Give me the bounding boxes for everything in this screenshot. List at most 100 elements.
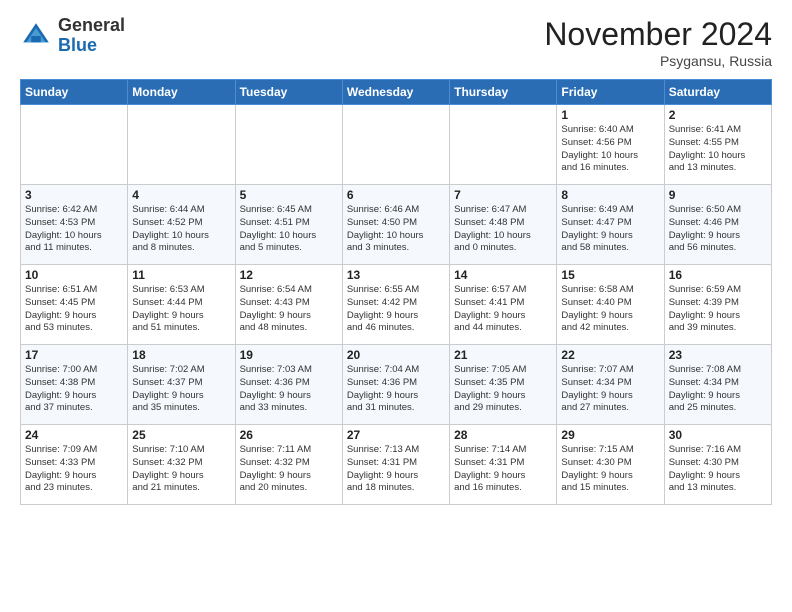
- day-number: 18: [132, 348, 230, 362]
- calendar-cell: 5 Sunrise: 6:45 AM Sunset: 4:51 PM Daylig…: [235, 185, 342, 265]
- day-number: 4: [132, 188, 230, 202]
- day-number: 21: [454, 348, 552, 362]
- day-info: Sunrise: 6:49 AM Sunset: 4:47 PM Dayligh…: [561, 204, 659, 255]
- calendar-cell: 21 Sunrise: 7:05 AM Sunset: 4:35 PM Dayli…: [450, 345, 557, 425]
- day-info: Sunrise: 6:55 AM Sunset: 4:42 PM Dayligh…: [347, 284, 445, 335]
- calendar-cell: [450, 105, 557, 185]
- day-info: Sunrise: 7:10 AM Sunset: 4:32 PM Dayligh…: [132, 444, 230, 495]
- day-info: Sunrise: 6:45 AM Sunset: 4:51 PM Dayligh…: [240, 204, 338, 255]
- day-info: Sunrise: 6:54 AM Sunset: 4:43 PM Dayligh…: [240, 284, 338, 335]
- calendar-cell: 17Sunrise: 7:00 AM Sunset: 4:38 PM Dayli…: [21, 345, 128, 425]
- day-info: Sunrise: 6:51 AM Sunset: 4:45 PM Dayligh…: [25, 284, 123, 335]
- day-info: Sunrise: 6:41 AM Sunset: 4:55 PM Dayligh…: [669, 124, 767, 175]
- calendar-table: SundayMondayTuesdayWednesdayThursdayFrid…: [20, 79, 772, 505]
- day-info: Sunrise: 6:57 AM Sunset: 4:41 PM Dayligh…: [454, 284, 552, 335]
- calendar-cell: 4 Sunrise: 6:44 AM Sunset: 4:52 PM Daylig…: [128, 185, 235, 265]
- header: General Blue November 2024 Psygansu, Rus…: [20, 16, 772, 69]
- calendar-cell: 1 Sunrise: 6:40 AM Sunset: 4:56 PM Daylig…: [557, 105, 664, 185]
- calendar-cell: [128, 105, 235, 185]
- calendar-cell: 19Sunrise: 7:03 AM Sunset: 4:36 PM Dayli…: [235, 345, 342, 425]
- calendar-cell: 6Sunrise: 6:46 AM Sunset: 4:50 PM Daylig…: [342, 185, 449, 265]
- calendar-cell: 23Sunrise: 7:08 AM Sunset: 4:34 PM Dayli…: [664, 345, 771, 425]
- calendar-cell: 24 Sunrise: 7:09 AM Sunset: 4:33 PM Dayli…: [21, 425, 128, 505]
- calendar-cell: 7Sunrise: 6:47 AM Sunset: 4:48 PM Daylig…: [450, 185, 557, 265]
- day-info: Sunrise: 7:05 AM Sunset: 4:35 PM Dayligh…: [454, 364, 552, 415]
- month-title: November 2024: [544, 16, 772, 53]
- weekday-header: Tuesday: [235, 80, 342, 105]
- day-number: 5: [240, 188, 338, 202]
- calendar-cell: 9Sunrise: 6:50 AM Sunset: 4:46 PM Daylig…: [664, 185, 771, 265]
- day-info: Sunrise: 6:59 AM Sunset: 4:39 PM Dayligh…: [669, 284, 767, 335]
- weekday-header: Friday: [557, 80, 664, 105]
- day-number: 14: [454, 268, 552, 282]
- day-number: 15: [561, 268, 659, 282]
- day-info: Sunrise: 7:14 AM Sunset: 4:31 PM Dayligh…: [454, 444, 552, 495]
- day-number: 2: [669, 108, 767, 122]
- day-info: Sunrise: 7:16 AM Sunset: 4:30 PM Dayligh…: [669, 444, 767, 495]
- calendar-cell: 3Sunrise: 6:42 AM Sunset: 4:53 PM Daylig…: [21, 185, 128, 265]
- calendar-cell: 25 Sunrise: 7:10 AM Sunset: 4:32 PM Dayli…: [128, 425, 235, 505]
- calendar-cell: 28 Sunrise: 7:14 AM Sunset: 4:31 PM Dayli…: [450, 425, 557, 505]
- day-number: 3: [25, 188, 123, 202]
- logo-text: General Blue: [58, 16, 125, 56]
- day-number: 8: [561, 188, 659, 202]
- day-number: 12: [240, 268, 338, 282]
- calendar-header-row: SundayMondayTuesdayWednesdayThursdayFrid…: [21, 80, 772, 105]
- day-number: 23: [669, 348, 767, 362]
- day-number: 27: [347, 428, 445, 442]
- day-info: Sunrise: 6:40 AM Sunset: 4:56 PM Dayligh…: [561, 124, 659, 175]
- weekday-header: Sunday: [21, 80, 128, 105]
- day-info: Sunrise: 6:50 AM Sunset: 4:46 PM Dayligh…: [669, 204, 767, 255]
- weekday-header: Monday: [128, 80, 235, 105]
- day-info: Sunrise: 7:11 AM Sunset: 4:32 PM Dayligh…: [240, 444, 338, 495]
- day-number: 13: [347, 268, 445, 282]
- calendar-cell: 16 Sunrise: 6:59 AM Sunset: 4:39 PM Dayli…: [664, 265, 771, 345]
- logo-blue: Blue: [58, 35, 97, 55]
- title-block: November 2024 Psygansu, Russia: [544, 16, 772, 69]
- calendar-week-row: 10 Sunrise: 6:51 AM Sunset: 4:45 PM Dayli…: [21, 265, 772, 345]
- calendar-week-row: 3Sunrise: 6:42 AM Sunset: 4:53 PM Daylig…: [21, 185, 772, 265]
- location: Psygansu, Russia: [544, 53, 772, 69]
- calendar-cell: 14 Sunrise: 6:57 AM Sunset: 4:41 PM Dayli…: [450, 265, 557, 345]
- day-number: 22: [561, 348, 659, 362]
- calendar-cell: 26 Sunrise: 7:11 AM Sunset: 4:32 PM Dayli…: [235, 425, 342, 505]
- day-number: 24: [25, 428, 123, 442]
- calendar-cell: 29 Sunrise: 7:15 AM Sunset: 4:30 PM Dayli…: [557, 425, 664, 505]
- day-number: 1: [561, 108, 659, 122]
- day-number: 30: [669, 428, 767, 442]
- logo: General Blue: [20, 16, 125, 56]
- day-number: 29: [561, 428, 659, 442]
- day-number: 25: [132, 428, 230, 442]
- calendar-cell: 13 Sunrise: 6:55 AM Sunset: 4:42 PM Dayli…: [342, 265, 449, 345]
- page: General Blue November 2024 Psygansu, Rus…: [0, 0, 792, 517]
- calendar-week-row: 24 Sunrise: 7:09 AM Sunset: 4:33 PM Dayli…: [21, 425, 772, 505]
- day-info: Sunrise: 7:07 AM Sunset: 4:34 PM Dayligh…: [561, 364, 659, 415]
- logo-icon: [20, 20, 52, 52]
- weekday-header: Saturday: [664, 80, 771, 105]
- calendar-cell: 20Sunrise: 7:04 AM Sunset: 4:36 PM Dayli…: [342, 345, 449, 425]
- calendar-cell: [342, 105, 449, 185]
- day-info: Sunrise: 7:13 AM Sunset: 4:31 PM Dayligh…: [347, 444, 445, 495]
- calendar-cell: 11Sunrise: 6:53 AM Sunset: 4:44 PM Dayli…: [128, 265, 235, 345]
- day-number: 10: [25, 268, 123, 282]
- day-info: Sunrise: 7:00 AM Sunset: 4:38 PM Dayligh…: [25, 364, 123, 415]
- day-info: Sunrise: 7:09 AM Sunset: 4:33 PM Dayligh…: [25, 444, 123, 495]
- calendar-cell: 8 Sunrise: 6:49 AM Sunset: 4:47 PM Daylig…: [557, 185, 664, 265]
- calendar-cell: 30 Sunrise: 7:16 AM Sunset: 4:30 PM Dayli…: [664, 425, 771, 505]
- calendar-cell: [235, 105, 342, 185]
- weekday-header: Thursday: [450, 80, 557, 105]
- day-number: 16: [669, 268, 767, 282]
- calendar-cell: 22 Sunrise: 7:07 AM Sunset: 4:34 PM Dayli…: [557, 345, 664, 425]
- calendar-cell: 15Sunrise: 6:58 AM Sunset: 4:40 PM Dayli…: [557, 265, 664, 345]
- day-number: 7: [454, 188, 552, 202]
- day-number: 11: [132, 268, 230, 282]
- weekday-header: Wednesday: [342, 80, 449, 105]
- day-info: Sunrise: 6:44 AM Sunset: 4:52 PM Dayligh…: [132, 204, 230, 255]
- day-info: Sunrise: 7:02 AM Sunset: 4:37 PM Dayligh…: [132, 364, 230, 415]
- day-number: 26: [240, 428, 338, 442]
- day-number: 28: [454, 428, 552, 442]
- calendar-cell: 10 Sunrise: 6:51 AM Sunset: 4:45 PM Dayli…: [21, 265, 128, 345]
- calendar-week-row: 1 Sunrise: 6:40 AM Sunset: 4:56 PM Daylig…: [21, 105, 772, 185]
- calendar-cell: 27 Sunrise: 7:13 AM Sunset: 4:31 PM Dayli…: [342, 425, 449, 505]
- day-info: Sunrise: 7:15 AM Sunset: 4:30 PM Dayligh…: [561, 444, 659, 495]
